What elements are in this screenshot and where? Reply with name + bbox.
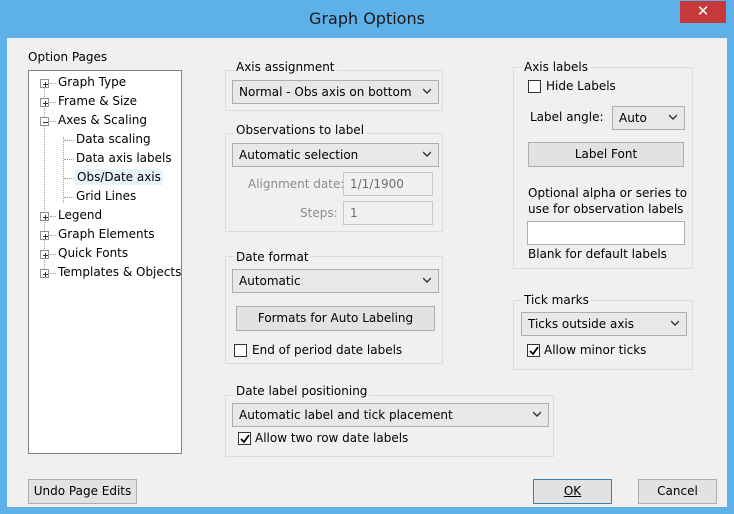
dialog-body: Option Pages Graph Type Frame & Size Axe… — [7, 38, 727, 507]
option-pages-tree[interactable]: Graph Type Frame & Size Axes & Scaling D… — [28, 70, 182, 454]
expand-templates-objects-icon[interactable] — [40, 269, 49, 278]
tree-guide-line — [44, 83, 45, 269]
allow-minor-ticks-label[interactable]: Allow minor ticks — [544, 343, 646, 357]
close-button[interactable]: ✕ — [680, 1, 726, 23]
label-angle-label: Label angle: — [530, 110, 604, 124]
tree-connector — [50, 216, 56, 217]
date-label-positioning-label: Date label positioning — [234, 384, 370, 398]
chevron-down-icon — [669, 114, 677, 120]
axis-assignment-label: Axis assignment — [234, 60, 337, 74]
date-label-positioning-select[interactable]: Automatic label and tick placement — [232, 403, 549, 427]
hide-labels-checkbox[interactable] — [528, 80, 541, 93]
tree-item-obs-date-axis[interactable]: Obs/Date axis — [75, 169, 163, 185]
tick-marks-value: Ticks outside axis — [528, 317, 635, 331]
tree-connector — [50, 235, 56, 236]
tree-item-data-scaling[interactable]: Data scaling — [76, 132, 151, 146]
tree-connector — [50, 121, 56, 122]
cancel-button-label: Cancel — [657, 484, 698, 498]
date-label-positioning-value: Automatic label and tick placement — [239, 408, 453, 422]
tree-connector — [50, 254, 56, 255]
label-font-button[interactable]: Label Font — [528, 142, 684, 167]
ok-button[interactable]: OK — [533, 479, 612, 504]
observations-select[interactable]: Automatic selection — [232, 143, 439, 167]
tree-item-templates-objects[interactable]: Templates & Objects — [58, 265, 181, 279]
axis-assignment-value: Normal - Obs axis on bottom — [239, 85, 412, 99]
formats-auto-labeling-button[interactable]: Formats for Auto Labeling — [236, 306, 435, 331]
checkmark-icon — [529, 346, 539, 356]
steps-input[interactable]: 1 — [343, 201, 433, 225]
date-format-value: Automatic — [239, 274, 301, 288]
expand-frame-size-icon[interactable] — [40, 98, 49, 107]
tree-item-grid-lines[interactable]: Grid Lines — [76, 189, 136, 203]
allow-minor-ticks-checkbox[interactable] — [527, 344, 540, 357]
label-angle-select[interactable]: Auto — [612, 106, 685, 130]
expand-legend-icon[interactable] — [40, 212, 49, 221]
collapse-axes-scaling-icon[interactable] — [40, 117, 49, 126]
expand-quick-fonts-icon[interactable] — [40, 250, 49, 259]
close-icon: ✕ — [696, 2, 710, 20]
checkmark-icon — [240, 434, 250, 444]
expand-graph-elements-icon[interactable] — [40, 231, 49, 240]
window-title: Graph Options — [309, 9, 425, 28]
steps-label: Steps: — [300, 206, 338, 220]
tree-child-guide-line — [63, 137, 64, 203]
tree-connector — [64, 178, 74, 179]
ok-button-label: OK — [563, 484, 582, 498]
option-pages-label: Option Pages — [28, 50, 108, 64]
label-angle-value: Auto — [619, 111, 647, 125]
axis-assignment-select[interactable]: Normal - Obs axis on bottom — [232, 80, 439, 104]
tree-connector — [64, 140, 74, 141]
tick-marks-select[interactable]: Ticks outside axis — [521, 312, 687, 336]
tree-connector — [64, 197, 74, 198]
tree-connector — [50, 102, 56, 103]
tree-item-frame-size[interactable]: Frame & Size — [58, 94, 137, 108]
cancel-button[interactable]: Cancel — [638, 479, 717, 504]
alignment-date-input[interactable]: 1/1/1900 — [343, 172, 433, 196]
chevron-down-icon — [423, 88, 431, 94]
tree-connector — [50, 273, 56, 274]
chevron-down-icon — [423, 277, 431, 283]
end-of-period-label[interactable]: End of period date labels — [252, 343, 402, 357]
optional-series-text-line1: Optional alpha or series to — [528, 186, 688, 200]
optional-series-text-line2: use for observation labels — [528, 202, 684, 216]
undo-page-edits-button[interactable]: Undo Page Edits — [28, 479, 137, 504]
tree-item-legend[interactable]: Legend — [58, 208, 102, 222]
tree-item-axes-scaling[interactable]: Axes & Scaling — [58, 113, 147, 127]
two-row-date-labels-checkbox[interactable] — [238, 432, 251, 445]
tree-item-quick-fonts[interactable]: Quick Fonts — [58, 246, 128, 260]
alignment-date-label: Alignment date: — [248, 177, 345, 191]
tree-connector — [50, 83, 56, 84]
blank-default-hint: Blank for default labels — [528, 247, 667, 261]
chevron-down-icon — [671, 320, 679, 326]
date-format-select[interactable]: Automatic — [232, 269, 439, 293]
tree-item-graph-type[interactable]: Graph Type — [58, 75, 126, 89]
title-bar: Graph Options ✕ — [0, 0, 734, 38]
hide-labels-label[interactable]: Hide Labels — [546, 79, 616, 93]
date-format-label: Date format — [234, 250, 311, 264]
two-row-date-labels-label[interactable]: Allow two row date labels — [255, 431, 408, 445]
chevron-down-icon — [423, 151, 431, 157]
observations-value: Automatic selection — [239, 148, 359, 162]
observation-labels-input[interactable] — [527, 221, 685, 245]
chevron-down-icon — [533, 411, 541, 417]
tree-item-data-axis-labels[interactable]: Data axis labels — [76, 151, 172, 165]
expand-graph-type-icon[interactable] — [40, 79, 49, 88]
tree-item-graph-elements[interactable]: Graph Elements — [58, 227, 155, 241]
tick-marks-label: Tick marks — [522, 293, 591, 307]
end-of-period-checkbox[interactable] — [234, 344, 247, 357]
observations-label: Observations to label — [234, 123, 367, 137]
tree-connector — [64, 159, 74, 160]
axis-labels-label: Axis labels — [522, 60, 590, 74]
